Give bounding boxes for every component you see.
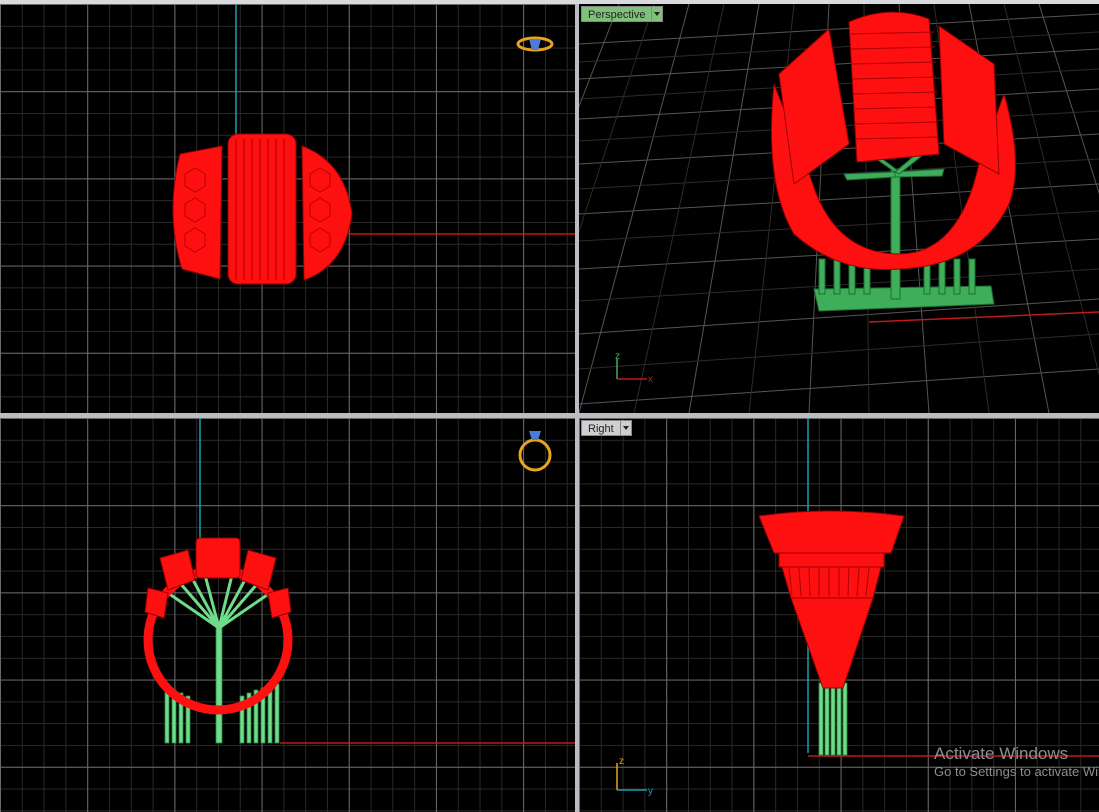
ring-model-right [758, 510, 905, 689]
top-view-canvas [172, 4, 575, 285]
viewport-label-right[interactable]: Right [581, 420, 632, 436]
front-view-canvas [143, 418, 575, 744]
axis-label-x: x [648, 374, 653, 385]
support-structure-front [164, 574, 280, 744]
viewport-perspective[interactable]: z x Perspective [579, 4, 1099, 413]
ring-navigator-icon-front [518, 431, 552, 472]
viewport-top[interactable] [0, 4, 575, 413]
viewport-menu-chevron-icon[interactable] [619, 420, 632, 436]
perspective-grid: z x [579, 4, 1099, 413]
ring-head-front [144, 537, 292, 619]
support-structure-right [818, 682, 848, 756]
ring-navigator-icon [516, 36, 554, 52]
viewport-label-perspective[interactable]: Perspective [581, 6, 664, 22]
axis-widget-perspective: z x [615, 351, 653, 385]
axis-widget-right: z y [616, 756, 653, 797]
axis-label-z-right: z [619, 756, 624, 767]
watermark-title: Activate Windows [934, 744, 1069, 763]
axis-label-y-right: y [648, 786, 653, 797]
viewport-front[interactable] [0, 418, 575, 812]
viewport-menu-chevron-icon[interactable] [651, 6, 664, 22]
watermark-subtitle: Go to Settings to activate Windows. [934, 764, 1099, 779]
viewport-name-right: Right [581, 420, 620, 436]
ring-model-top [172, 133, 353, 285]
activation-watermark: Activate Windows Go to Settings to activ… [934, 744, 1099, 780]
viewport-name-perspective: Perspective [581, 6, 652, 22]
axis-label-z: z [615, 351, 620, 362]
